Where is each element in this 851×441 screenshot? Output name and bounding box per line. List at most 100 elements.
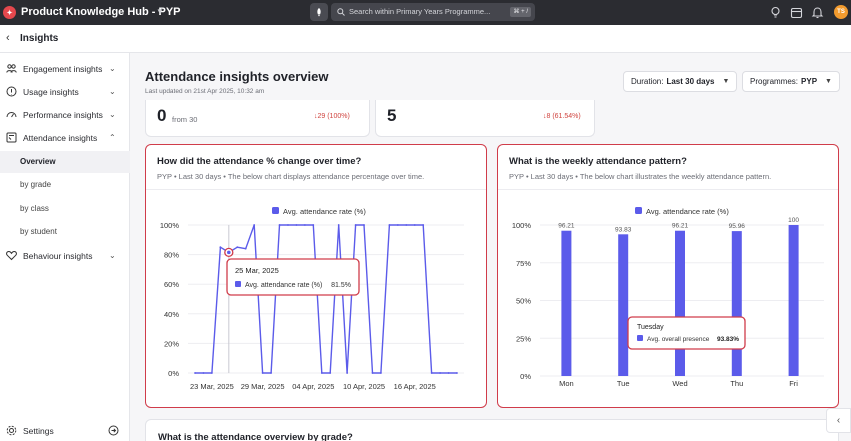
line-chart[interactable]: Avg. attendance rate (%) 0% 20% 40% 60% 80% 10…: [146, 145, 487, 408]
back-chevron-icon[interactable]: ‹: [6, 32, 10, 44]
programmes-value: PYP: [801, 77, 818, 86]
help-icon[interactable]: [769, 6, 782, 19]
data-point: [253, 224, 256, 226]
sidebar-item-performance[interactable]: Performance insights ⌄: [0, 104, 130, 126]
gear-icon: [6, 425, 17, 436]
calendar-check-icon: [6, 132, 17, 143]
data-point: [329, 372, 332, 374]
stat-delta: ↓8 (61.54%): [543, 113, 581, 120]
avatar[interactable]: TS: [834, 5, 848, 19]
tooltip-label: Avg. attendance rate (%): [245, 282, 322, 289]
data-point: [337, 224, 340, 226]
calendar-icon[interactable]: [790, 6, 803, 19]
y-tick-label: 60%: [164, 280, 179, 289]
grade-overview-card: What is the attendance overview by grade…: [145, 419, 839, 441]
bar: [561, 230, 572, 376]
data-point: [430, 372, 433, 374]
caret-down-icon: ▼: [825, 78, 832, 85]
bar-chart[interactable]: Avg. attendance rate (%) 0% 25% 50% 75% 100% 9…: [498, 145, 839, 408]
collapse-sidebar-icon[interactable]: [108, 425, 119, 436]
x-tick-label: 23 Mar, 2025: [190, 382, 234, 391]
sidebar-item-label: Engagement insights: [23, 64, 103, 74]
data-point: [261, 372, 264, 374]
y-tick-label: 40%: [164, 310, 179, 319]
stat-value: 0: [157, 106, 167, 125]
data-point: [456, 372, 458, 374]
tooltip-value: 81.5%: [331, 282, 351, 289]
data-point: [354, 224, 357, 226]
bar-value-label: 96.21: [672, 223, 689, 230]
data-point: [202, 372, 205, 374]
tooltip-box: [627, 316, 746, 350]
legend-label: Avg. attendance rate (%): [646, 207, 729, 216]
y-tick-label: 50%: [516, 297, 531, 306]
sidebar-item-attendance[interactable]: Attendance insights ⌃: [0, 127, 130, 149]
sidebar-subitem-by-grade[interactable]: by grade: [0, 174, 130, 196]
duration-dropdown[interactable]: Duration: Last 30 days ▼: [623, 71, 738, 92]
x-tick-label: Tue: [617, 379, 630, 388]
gauge-icon: [6, 112, 17, 118]
bar-value-label: 96.21: [558, 223, 575, 230]
data-point: [287, 224, 289, 226]
data-point: [439, 372, 441, 374]
data-point: [219, 246, 222, 249]
stat-card: 5 ↓8 (61.54%): [375, 100, 595, 137]
search-input[interactable]: Search within Primary Years Programme...…: [331, 3, 535, 21]
data-point: [363, 224, 365, 226]
sidebar-subitem-by-class[interactable]: by class: [0, 198, 130, 220]
data-point: [211, 372, 213, 374]
sidebar-item-label: Behaviour insights: [23, 251, 93, 261]
data-point: [422, 224, 425, 226]
x-tick-label: 10 Apr, 2025: [343, 382, 385, 391]
stat-suffix: from 30: [172, 115, 198, 124]
tooltip-date: 25 Mar, 2025: [235, 266, 279, 275]
sidebar-item-behaviour[interactable]: Behaviour insights ⌄: [0, 245, 130, 267]
bar: [731, 231, 742, 376]
sidebar-subitem-label: by class: [20, 204, 49, 213]
chevron-down-icon: ⌄: [109, 64, 116, 73]
duration-label: Duration:: [631, 77, 664, 86]
data-point: [405, 224, 408, 226]
tooltip-swatch: [637, 335, 643, 341]
sidebar-item-label: Performance insights: [23, 110, 103, 120]
app-logo[interactable]: ✦: [3, 6, 16, 19]
x-tick-label: 16 Apr, 2025: [394, 382, 436, 391]
sidebar-subitem-by-student[interactable]: by student: [0, 221, 130, 243]
y-tick-label: 20%: [164, 339, 179, 348]
sidebar-subitem-overview[interactable]: Overview: [0, 151, 130, 173]
chevron-down-icon: ⌄: [109, 87, 116, 96]
y-tick-label: 80%: [164, 251, 179, 260]
bar-value-label: 93.83: [615, 226, 632, 233]
sidebar-item-usage[interactable]: Usage insights ⌄: [0, 81, 130, 103]
search-icon: [337, 8, 345, 16]
data-point: [371, 372, 374, 374]
data-point: [447, 372, 450, 374]
last-updated: Last updated on 21st Apr 2025, 10:32 am: [145, 88, 265, 95]
chevron-down-icon: ⌄: [109, 251, 116, 260]
rocket-icon[interactable]: [310, 3, 328, 21]
legend-swatch: [272, 207, 279, 214]
y-tick-label: 100%: [160, 221, 180, 230]
data-point: [388, 224, 391, 226]
top-bar: ✦ Product Knowledge Hub - PYP ▼ Search w…: [0, 0, 851, 25]
sidebar-item-engagement[interactable]: Engagement insights ⌄: [0, 58, 130, 80]
series-line: [195, 224, 457, 374]
chevron-up-icon: ⌃: [109, 133, 116, 142]
app-switcher-chevron-icon[interactable]: ▼: [156, 7, 164, 16]
weekly-pattern-panel: What is the weekly attendance pattern? P…: [497, 144, 839, 408]
people-icon: [6, 64, 17, 73]
x-tick-label: 04 Apr, 2025: [292, 382, 334, 391]
caret-down-icon: ▼: [722, 78, 730, 85]
expand-panel-button[interactable]: ‹: [826, 408, 851, 433]
bar: [675, 230, 685, 376]
y-tick-label: 75%: [516, 259, 531, 268]
highlight-point: [227, 250, 231, 255]
y-tick-label: 100%: [512, 221, 532, 230]
settings-label: Settings: [23, 426, 54, 436]
bell-icon[interactable]: [811, 6, 824, 19]
sidebar-item-settings[interactable]: Settings: [0, 420, 130, 441]
programmes-dropdown[interactable]: Programmes: PYP ▼: [742, 71, 840, 92]
attendance-trend-panel: How did the attendance % change over tim…: [145, 144, 487, 408]
stat-delta: ↓29 (100%): [314, 113, 350, 120]
data-point: [413, 224, 416, 226]
